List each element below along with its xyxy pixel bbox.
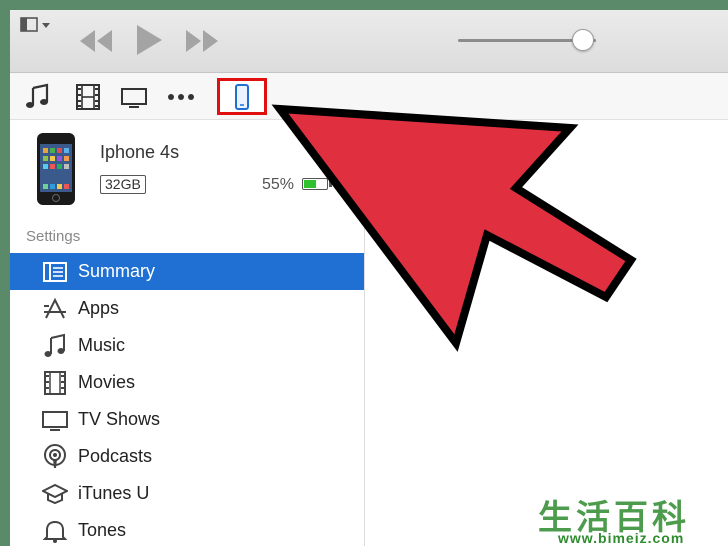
itunes-window: Iphone 4s 32GB 55% Settings Summary Apps…: [10, 10, 728, 546]
annotation-arrow-icon: [271, 104, 637, 352]
watermark-url: www.bimeiz.com: [558, 530, 685, 546]
